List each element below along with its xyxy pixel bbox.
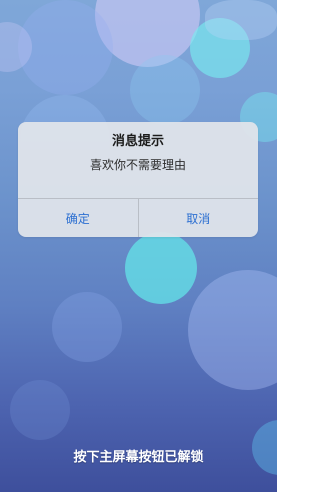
bokeh-circle bbox=[205, 0, 277, 40]
bokeh-circle bbox=[18, 0, 113, 95]
dialog-body: 消息提示 喜欢你不需要理由 bbox=[18, 122, 258, 198]
cancel-button[interactable]: 取消 bbox=[137, 199, 259, 237]
dialog-message: 喜欢你不需要理由 bbox=[89, 158, 186, 172]
unlock-hint: 按下主屏幕按钮已解锁 bbox=[73, 450, 204, 465]
bokeh-circle bbox=[52, 292, 122, 362]
dialog-title: 消息提示 bbox=[111, 134, 164, 149]
bokeh-circle bbox=[188, 270, 277, 390]
wallpaper bbox=[0, 0, 277, 492]
alert-dialog: 消息提示 喜欢你不需要理由 确定 取消 bbox=[18, 122, 258, 237]
dialog-actions: 确定 取消 bbox=[18, 198, 258, 237]
confirm-button[interactable]: 确定 bbox=[18, 199, 138, 237]
bokeh-circle bbox=[125, 232, 197, 304]
bokeh-circle bbox=[130, 55, 200, 125]
bokeh-circle bbox=[10, 380, 70, 440]
